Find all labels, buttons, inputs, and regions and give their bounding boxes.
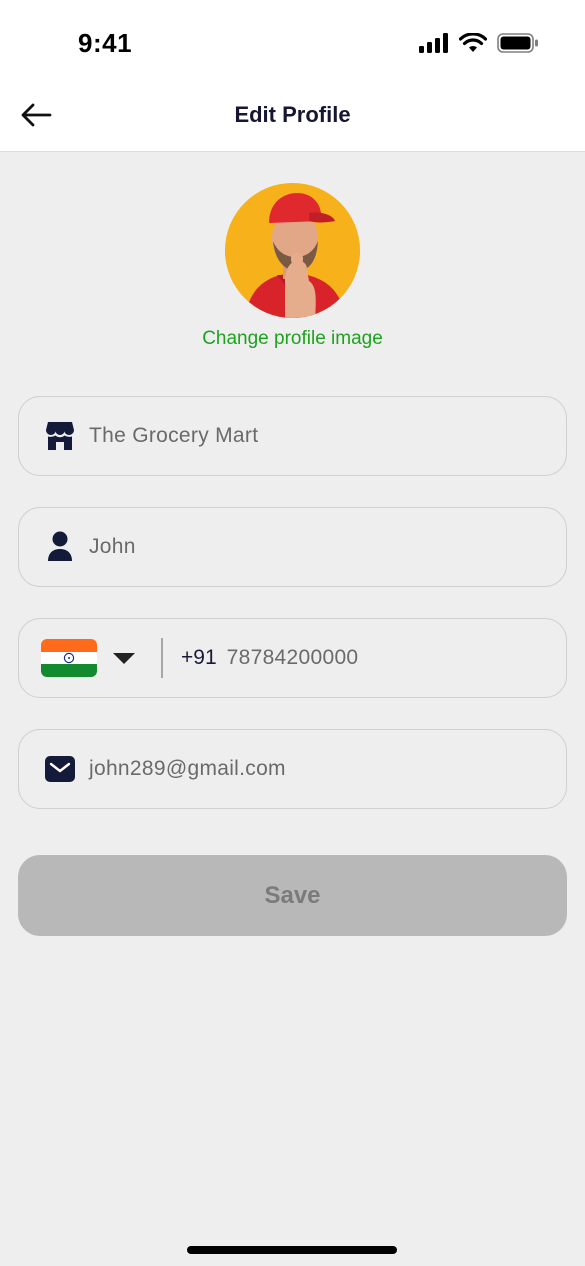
india-flag-icon[interactable] (41, 639, 97, 677)
home-indicator (187, 1246, 397, 1254)
phone-field[interactable]: +91 78784200000 (18, 618, 567, 698)
profile-avatar[interactable] (225, 183, 360, 318)
email-value: john289@gmail.com (89, 757, 286, 780)
email-field[interactable]: john289@gmail.com (18, 729, 567, 809)
user-icon (45, 531, 75, 563)
store-name-field[interactable]: The Grocery Mart (18, 396, 567, 476)
divider (161, 638, 163, 678)
store-icon (45, 420, 75, 452)
name-field[interactable]: John (18, 507, 567, 587)
dial-code: +91 (181, 646, 217, 669)
app-header: Edit Profile (0, 82, 585, 152)
store-name-value: The Grocery Mart (89, 424, 259, 447)
status-bar: 9:41 (0, 0, 585, 82)
caret-down-icon[interactable] (113, 652, 135, 664)
page-title: Edit Profile (234, 102, 351, 127)
cellular-signal-icon (419, 33, 449, 58)
mail-icon (45, 753, 75, 785)
phone-value: 78784200000 (226, 646, 359, 669)
change-profile-image-link[interactable]: Change profile image (0, 328, 585, 350)
save-button[interactable]: Save (18, 855, 567, 936)
wifi-icon (458, 32, 488, 58)
status-icons (419, 32, 539, 58)
battery-icon (497, 33, 539, 58)
status-time: 9:41 (78, 28, 133, 58)
name-value: John (89, 535, 136, 558)
